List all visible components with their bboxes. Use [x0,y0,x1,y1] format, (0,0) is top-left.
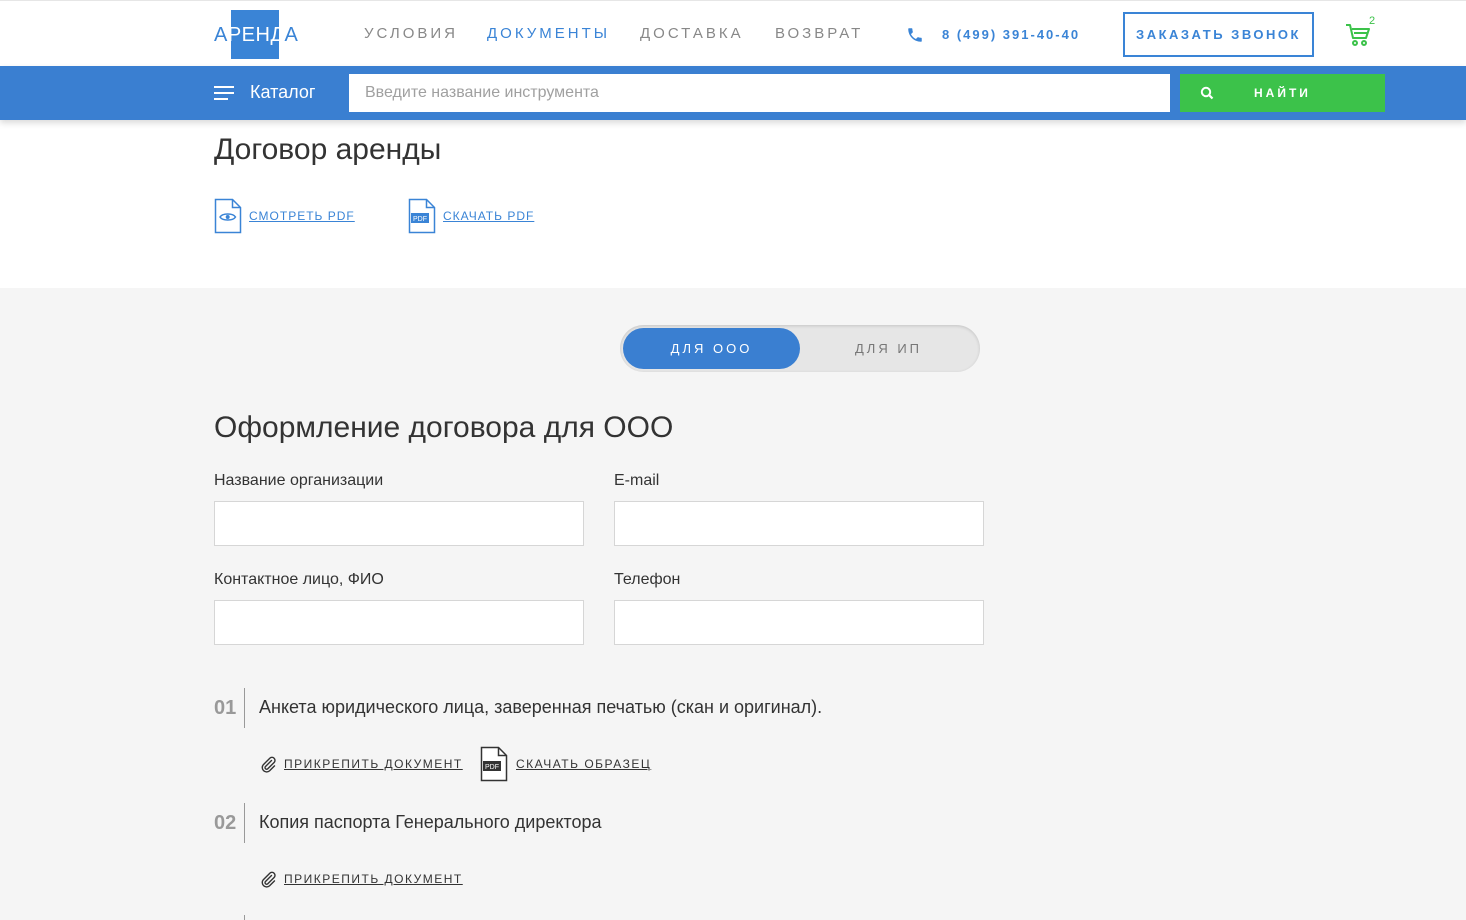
paperclip-icon [261,871,276,888]
email-input[interactable] [614,501,984,546]
pdf-file-icon: PDF [408,198,436,234]
attach-document-link[interactable]: ПРИКРЕПИТЬ ДОКУМЕНТ [284,757,463,771]
contact-person-input[interactable] [214,600,584,645]
eye-document-icon [214,198,242,234]
search-bar: Каталог НАЙТИ [0,66,1466,120]
nav-delivery[interactable]: ДОСТАВКА [640,25,744,42]
find-button-label: НАЙТИ [1254,86,1311,100]
step-number: 02 [214,812,237,834]
logo-text: АРЕНДА [214,24,299,47]
search-input[interactable] [349,74,1170,112]
phone-number[interactable]: 8 (499) 391-40-40 [942,27,1080,42]
toggle-option-ooo[interactable]: ДЛЯ ООО [623,328,800,369]
find-button[interactable]: НАЙТИ [1180,74,1385,112]
phone-label: Телефон [614,571,681,588]
attach-document-link[interactable]: ПРИКРЕПИТЬ ДОКУМЕНТ [284,872,463,886]
logo-letter-a-end: А [284,24,299,46]
cart-icon[interactable] [1344,21,1372,49]
menu-icon[interactable] [214,86,234,100]
step-divider [244,803,245,843]
entity-type-toggle[interactable]: ДЛЯ ООО ДЛЯ ИП [620,325,980,372]
svg-text:PDF: PDF [485,764,499,771]
attach-document-action[interactable]: ПРИКРЕПИТЬ ДОКУМЕНТ [259,870,463,888]
site-header: АРЕНДА УСЛОВИЯ ДОКУМЕНТЫ ДОСТАВКА ВОЗВРА… [0,0,1466,66]
form-title: Оформление договора для ООО [214,411,674,444]
view-pdf-link[interactable]: СМОТРЕТЬ PDF [249,209,355,223]
svg-text:PDF: PDF [413,216,427,223]
step-divider [244,915,245,920]
contact-person-label: Контактное лицо, ФИО [214,571,384,588]
org-name-input[interactable] [214,501,584,546]
org-name-label: Название организации [214,472,384,489]
order-call-button[interactable]: ЗАКАЗАТЬ ЗВОНОК [1123,12,1314,57]
step-text: Копия паспорта Генерального директора [259,812,602,832]
logo-letter-a: А [214,24,228,46]
view-pdf-link-group[interactable]: СМОТРЕТЬ PDF [214,198,355,234]
search-icon [1200,86,1214,100]
pdf-file-icon: PDF [480,746,508,782]
catalog-button[interactable]: Каталог [250,82,315,103]
nav-conditions[interactable]: УСЛОВИЯ [364,25,458,42]
download-pdf-link-group[interactable]: PDF СКАЧАТЬ PDF [408,198,534,234]
phone-input[interactable] [614,600,984,645]
paperclip-icon [261,756,276,773]
cart-count-badge: 2 [1369,15,1376,27]
attach-document-action[interactable]: ПРИКРЕПИТЬ ДОКУМЕНТ [259,755,463,773]
download-pdf-link[interactable]: СКАЧАТЬ PDF [443,209,534,223]
toggle-option-ip[interactable]: ДЛЯ ИП [800,328,977,369]
logo[interactable]: АРЕНДА [214,10,299,59]
step-divider [244,688,245,728]
logo-letters-mid: РЕНД [227,24,285,46]
download-sample-action[interactable]: PDF СКАЧАТЬ ОБРАЗЕЦ [480,746,651,782]
download-sample-link[interactable]: СКАЧАТЬ ОБРАЗЕЦ [516,757,651,771]
step-text: Анкета юридического лица, заверенная печ… [259,697,823,717]
page-title: Договор аренды [214,133,442,166]
email-label: E-mail [614,472,660,489]
nav-documents[interactable]: ДОКУМЕНТЫ [487,25,610,42]
phone-icon [908,28,922,42]
nav-return[interactable]: ВОЗВРАТ [775,25,863,42]
step-number: 01 [214,697,237,719]
